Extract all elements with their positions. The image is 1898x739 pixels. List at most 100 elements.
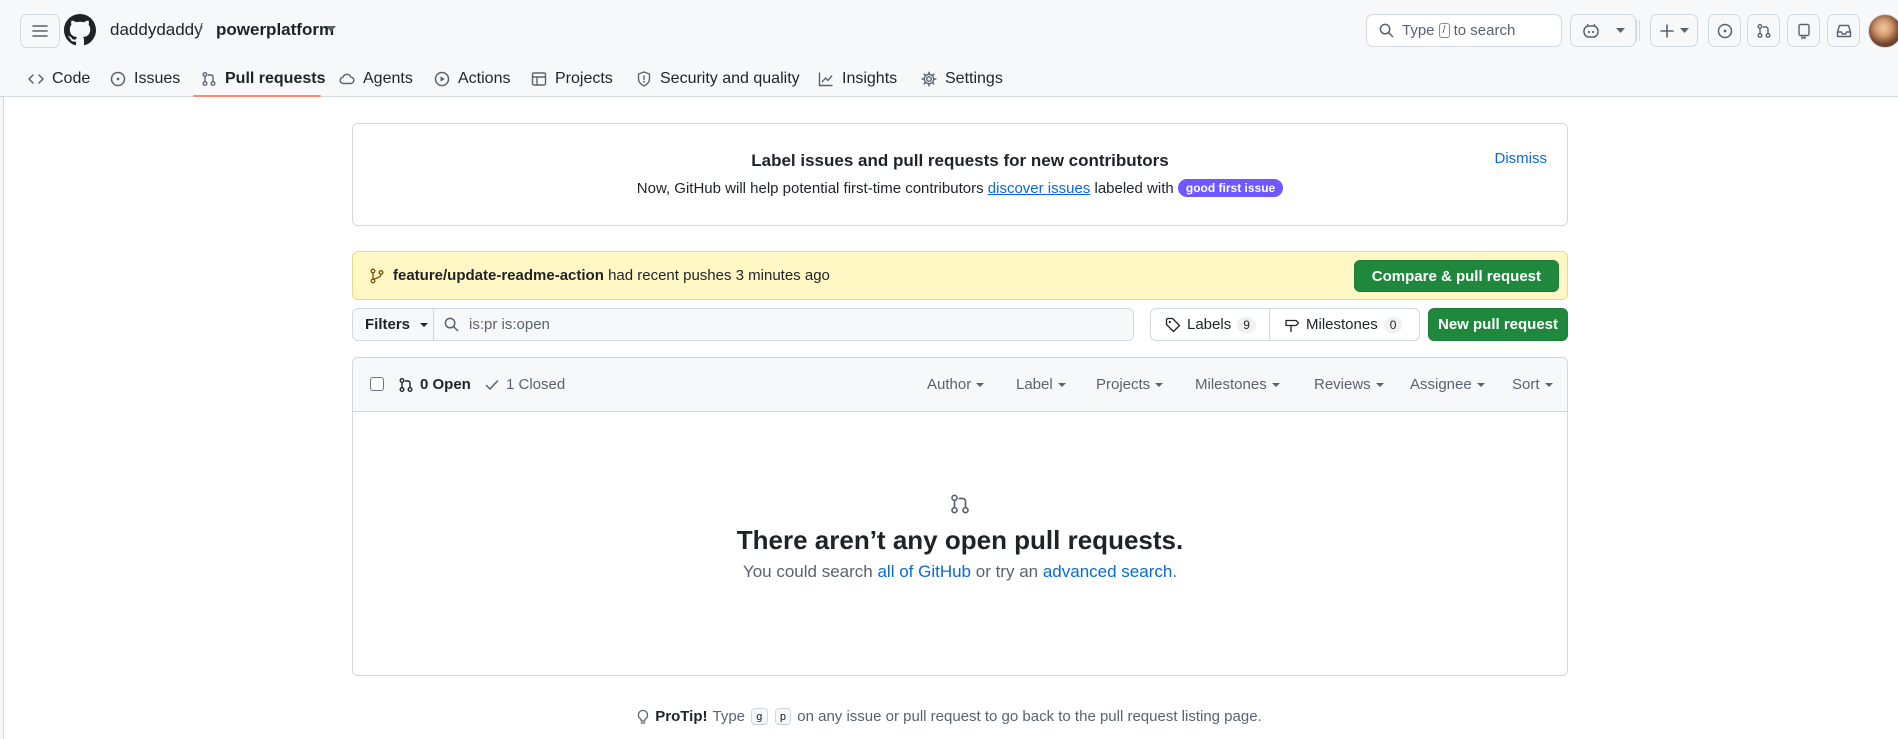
play-icon: [434, 71, 450, 87]
caret-down-icon: [1155, 382, 1164, 387]
banner-description: Now, GitHub will help potential first-ti…: [353, 179, 1567, 197]
open-filter-link[interactable]: 0 Open: [398, 376, 471, 393]
caret-down-icon: [1544, 382, 1553, 387]
issues-button[interactable]: [1708, 14, 1741, 47]
breadcrumb-owner[interactable]: daddydaddy: [110, 20, 203, 40]
selected-tab-underline: [193, 95, 321, 97]
tab-pull-requests-label: Pull requests: [225, 70, 326, 87]
select-all-checkbox[interactable]: [370, 377, 384, 391]
caret-down-icon: [1271, 382, 1280, 387]
shortcut-key-g: g: [751, 708, 768, 725]
projects-filter-label: Projects: [1096, 376, 1151, 393]
blank-slate: There aren’t any open pull requests. You…: [353, 412, 1567, 676]
search-icon: [1379, 23, 1394, 38]
pull-request-search-input[interactable]: is:pr is:open: [433, 308, 1134, 341]
blank-slate-text: You could search all of GitHub or try an…: [353, 562, 1567, 582]
pull-request-list: 0 Open 1 Closed Author Label Projects Mi…: [352, 357, 1568, 676]
assignee-filter[interactable]: Assignee: [1410, 376, 1485, 393]
banner-title: Label issues and pull requests for new c…: [751, 151, 1169, 170]
search-query-value: is:pr is:open: [469, 316, 550, 333]
search-icon: [444, 317, 459, 332]
user-avatar[interactable]: [1868, 14, 1898, 48]
git-pull-request-icon: [949, 492, 971, 516]
milestones-filter[interactable]: Milestones: [1195, 376, 1280, 393]
repo-switcher-caret-icon[interactable]: [326, 26, 336, 32]
author-filter-label: Author: [927, 376, 972, 393]
search-input[interactable]: Type / to search: [1366, 14, 1562, 47]
tab-code-label: Code: [52, 70, 91, 87]
discover-issues-link[interactable]: discover issues: [988, 180, 1091, 197]
recent-push-banner: feature/update-readme-action had recent …: [352, 251, 1568, 300]
caret-down-icon: [976, 382, 985, 387]
author-filter[interactable]: Author: [927, 376, 985, 393]
git-pull-request-icon: [1756, 23, 1772, 39]
milestones-filter-label: Milestones: [1195, 376, 1267, 393]
tab-issues[interactable]: Issues: [110, 62, 180, 96]
git-branch-icon: [370, 268, 384, 284]
compare-pull-request-button[interactable]: Compare & pull request: [1353, 260, 1559, 292]
label-filter-label: Label: [1016, 376, 1053, 393]
inbox-button[interactable]: [1827, 14, 1860, 47]
tab-settings[interactable]: Settings: [921, 62, 1003, 96]
good-first-issue-label[interactable]: good first issue: [1177, 179, 1284, 197]
copilot-button[interactable]: [1570, 14, 1636, 47]
blank-slate-title: There aren’t any open pull requests.: [736, 525, 1184, 555]
all-of-github-link[interactable]: all of GitHub: [877, 562, 971, 581]
dismiss-button[interactable]: Dismiss: [1495, 150, 1548, 167]
push-message: feature/update-readme-action had recent …: [393, 267, 830, 284]
new-pull-request-button[interactable]: New pull request: [1428, 308, 1568, 341]
protip-label: ProTip!: [655, 708, 708, 725]
light-bulb-icon: [636, 709, 650, 725]
menu-button[interactable]: [20, 14, 60, 48]
labels-count: 9: [1237, 316, 1256, 333]
open-count: 0 Open: [420, 376, 471, 393]
tab-actions[interactable]: Actions: [434, 62, 510, 96]
milestones-button[interactable]: Milestones 0: [1269, 308, 1420, 341]
sort-dropdown[interactable]: Sort: [1512, 376, 1553, 393]
closed-filter-link[interactable]: 1 Closed: [484, 376, 565, 393]
tab-insights[interactable]: Insights: [818, 62, 897, 96]
new-contributors-banner: Label issues and pull requests for new c…: [352, 123, 1568, 226]
agent-icon: [339, 71, 355, 87]
milestone-icon: [1284, 317, 1300, 333]
tab-projects[interactable]: Projects: [531, 62, 613, 96]
sort-label: Sort: [1512, 376, 1540, 393]
protip-after: on any issue or pull request to go back …: [797, 708, 1262, 725]
header-separator-2: [1639, 20, 1640, 41]
label-filter[interactable]: Label: [1016, 376, 1066, 393]
pull-requests-button[interactable]: [1747, 14, 1780, 47]
milestones-count: 0: [1383, 316, 1403, 333]
filters-button[interactable]: Filters: [352, 308, 434, 341]
copilot-icon: [1582, 23, 1600, 39]
breadcrumb-repo[interactable]: powerplatform: [216, 20, 334, 40]
tab-security-and-quality[interactable]: Security and quality: [636, 62, 800, 96]
tab-security-and-quality-label: Security and quality: [660, 70, 800, 87]
advanced-search-link[interactable]: advanced search: [1043, 562, 1172, 581]
create-dropdown-icon: [1679, 28, 1689, 33]
github-logo-icon[interactable]: [64, 14, 96, 46]
create-new-button[interactable]: [1650, 14, 1698, 47]
copilot-dropdown-icon[interactable]: [1615, 28, 1625, 33]
tab-pull-requests[interactable]: Pull requests: [201, 62, 325, 96]
repositories-button[interactable]: [1787, 14, 1820, 47]
assignee-filter-label: Assignee: [1410, 376, 1472, 393]
labels-button[interactable]: Labels 9: [1150, 308, 1270, 341]
tab-agents[interactable]: Agents: [339, 62, 413, 96]
closed-count: 1 Closed: [506, 376, 566, 393]
tab-code[interactable]: Code: [28, 62, 90, 96]
graph-icon: [818, 71, 834, 87]
blank-text-middle: or try an: [975, 562, 1039, 581]
inbox-icon: [1836, 23, 1852, 39]
search-placeholder-before: Type: [1402, 22, 1435, 39]
projects-filter[interactable]: Projects: [1096, 376, 1164, 393]
milestones-label: Milestones: [1306, 316, 1378, 333]
code-icon: [28, 71, 44, 87]
caret-down-icon: [1375, 382, 1384, 387]
reviews-filter[interactable]: Reviews: [1314, 376, 1384, 393]
filters-label: Filters: [365, 316, 411, 333]
protip-before: Type: [712, 708, 746, 725]
tab-actions-label: Actions: [458, 70, 511, 87]
git-pull-request-icon: [201, 71, 217, 87]
labels-label: Labels: [1187, 316, 1232, 333]
left-rail: [0, 97, 4, 739]
